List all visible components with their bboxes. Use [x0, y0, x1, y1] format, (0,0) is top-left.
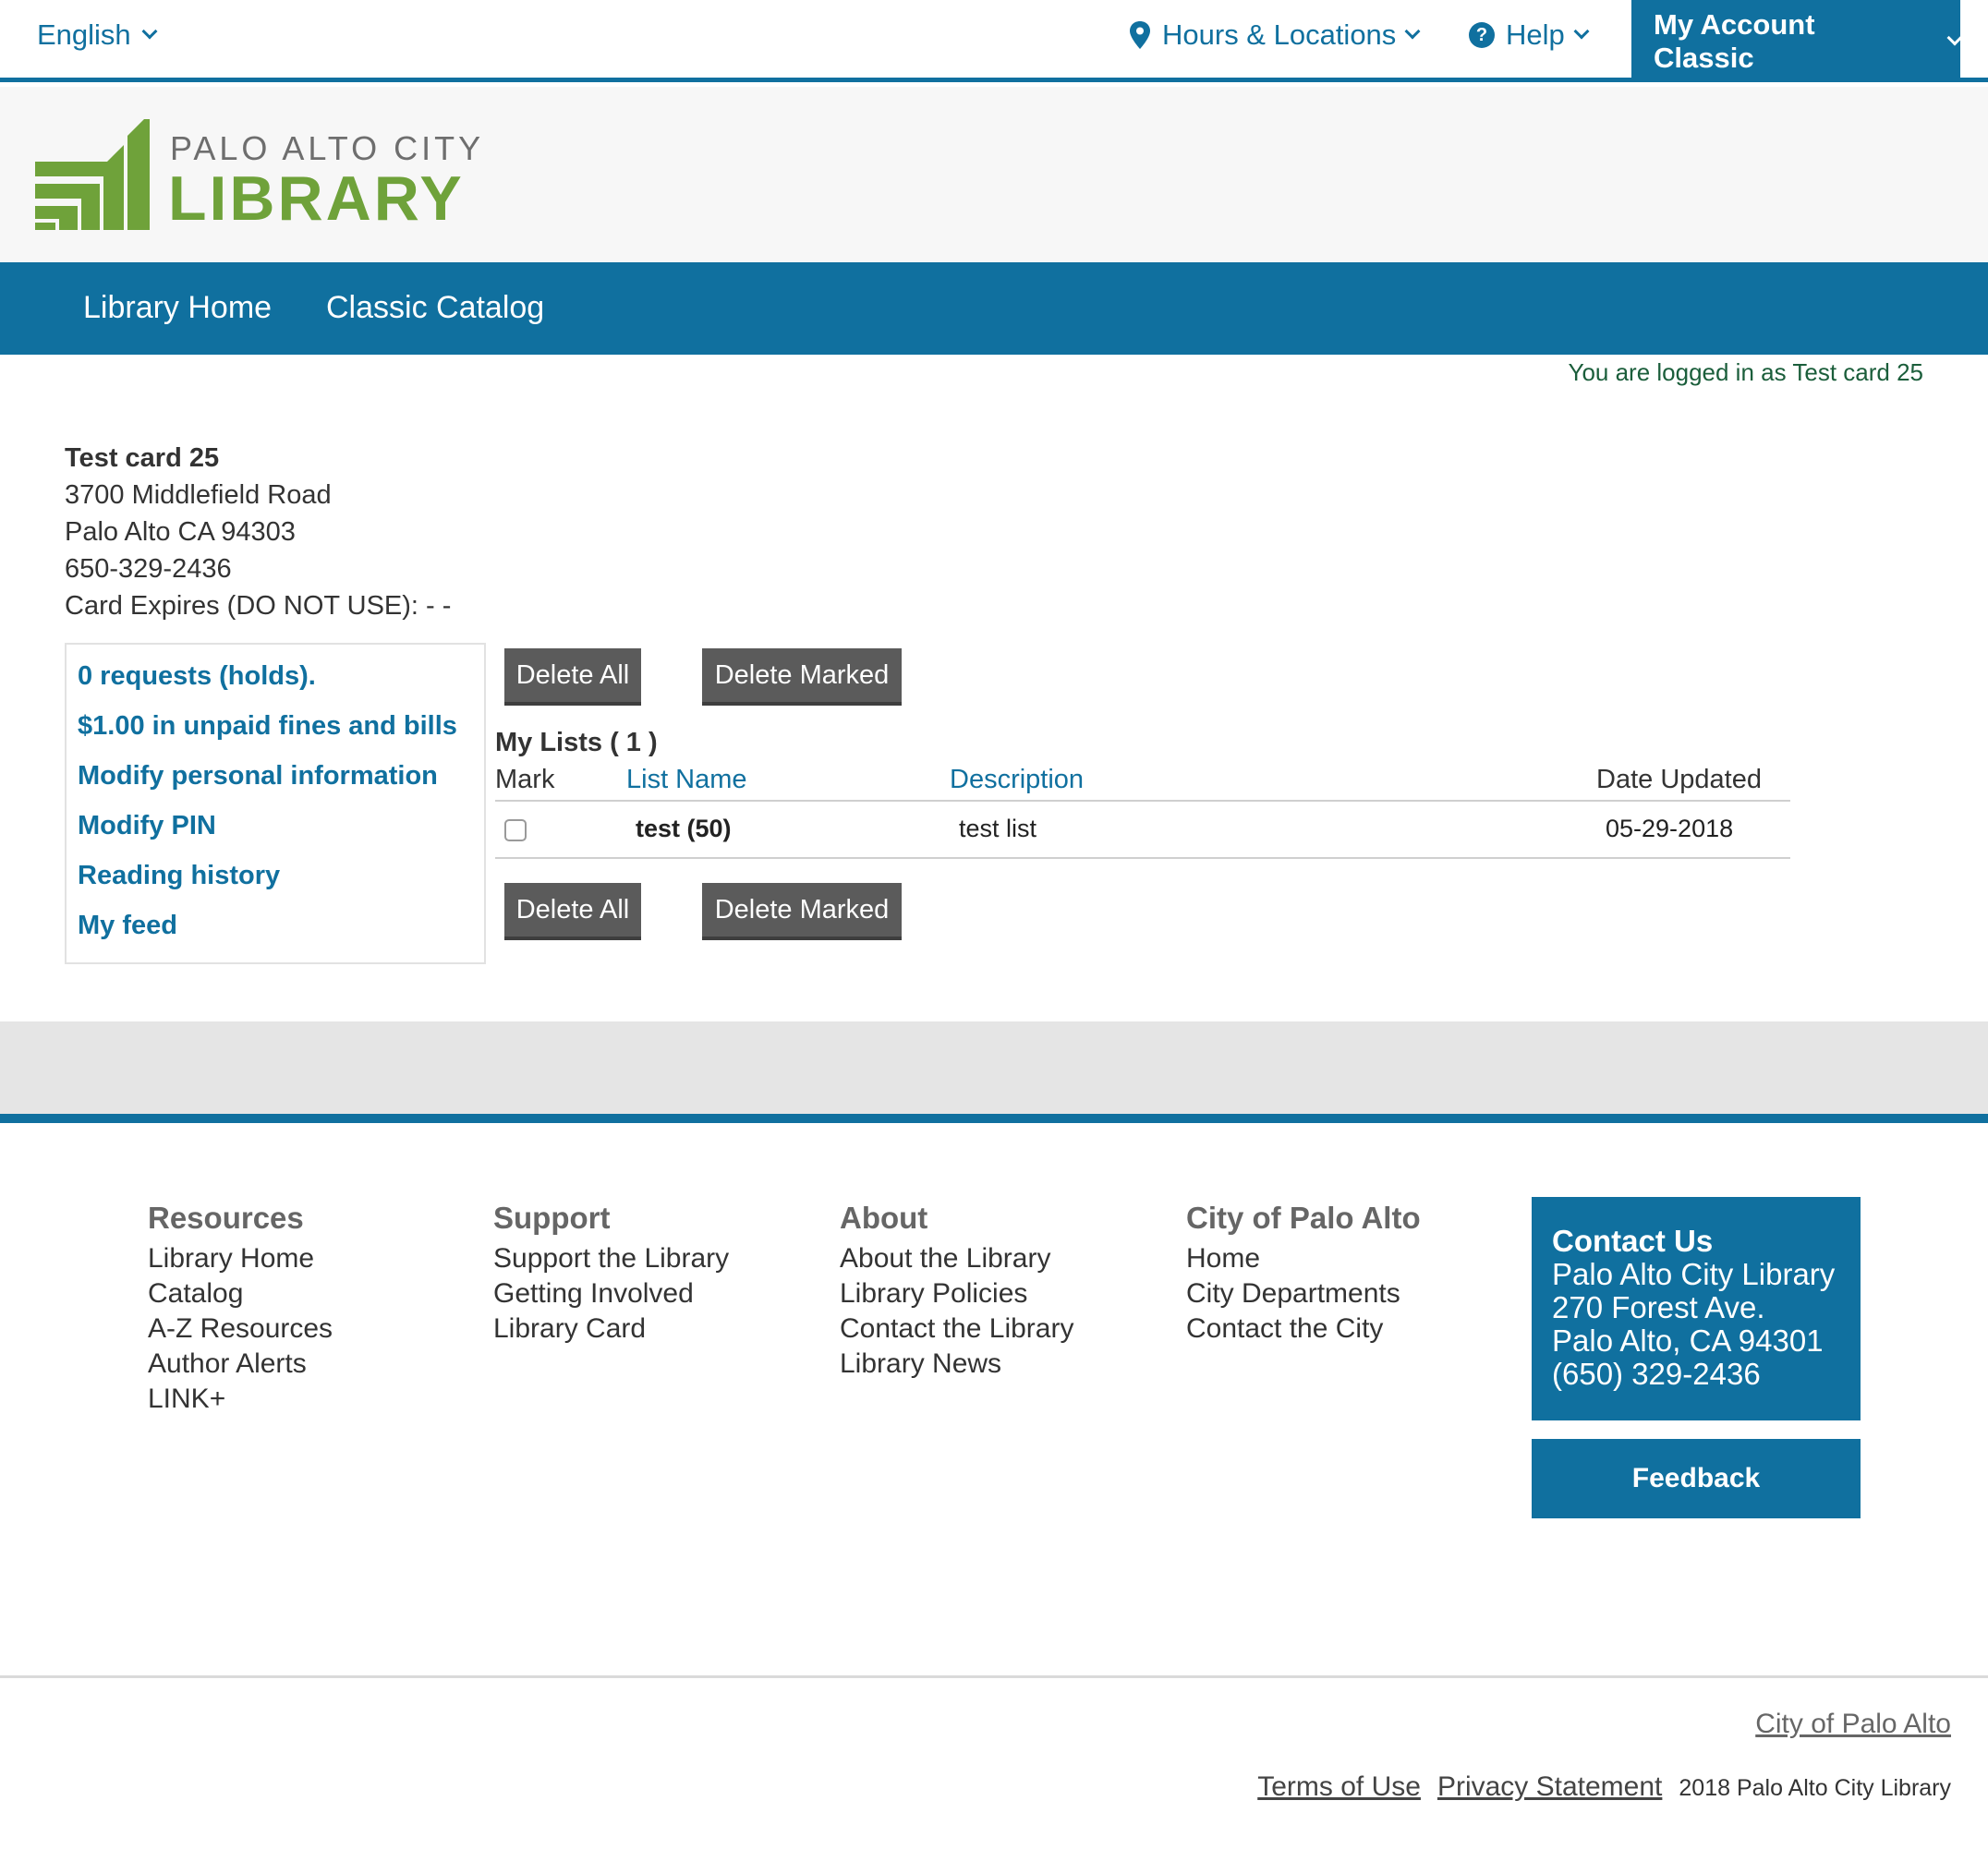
feedback-button[interactable]: Feedback — [1532, 1439, 1861, 1518]
footer-column-about: About About the Library Library Policies… — [840, 1201, 1073, 1382]
mark-checkbox[interactable] — [504, 819, 527, 841]
footer-heading: Resources — [148, 1201, 304, 1235]
card-expires: Card Expires (DO NOT USE): - - — [65, 591, 452, 621]
footer-link[interactable]: Contact the Library — [840, 1311, 1073, 1347]
logo-band: PALO ALTO CITY LIBRARY — [0, 87, 1988, 262]
table-header-divider — [495, 800, 1790, 802]
delete-marked-button-bottom[interactable]: Delete Marked — [702, 883, 902, 940]
help-menu[interactable]: ? Help — [1469, 18, 1590, 52]
nav-library-home[interactable]: Library Home — [83, 290, 272, 326]
footer-link[interactable]: Catalog — [148, 1276, 333, 1311]
copyright-text: 2018 Palo Alto City Library — [1679, 1775, 1951, 1801]
library-logo-icon[interactable] — [35, 119, 150, 230]
patron-phone: 650-329-2436 — [65, 554, 232, 584]
footer-link[interactable]: Home — [1186, 1241, 1421, 1276]
sidebar-link-modify-pin[interactable]: Modify PIN — [78, 807, 484, 857]
chevron-down-icon — [141, 23, 158, 40]
sidebar-link-modify-info[interactable]: Modify personal information — [78, 757, 484, 807]
footer-link[interactable]: Support the Library — [493, 1241, 729, 1276]
footer-link[interactable]: Author Alerts — [148, 1347, 333, 1382]
footer-link[interactable]: About the Library — [840, 1241, 1073, 1276]
footer-column-resources: Resources Library Home Catalog A-Z Resou… — [148, 1201, 333, 1417]
footer-column-city: City of Palo Alto Home City Departments … — [1186, 1201, 1421, 1347]
footer-link[interactable]: Contact the City — [1186, 1311, 1421, 1347]
language-selector[interactable]: English — [37, 18, 158, 52]
sidebar-link-fines[interactable]: $1.00 in unpaid fines and bills — [78, 707, 484, 757]
list-date-updated: 05-29-2018 — [1606, 815, 1734, 842]
sidebar-link-reading-history[interactable]: Reading history — [78, 857, 484, 907]
nav-classic-catalog[interactable]: Classic Catalog — [326, 290, 544, 326]
footer-divider — [0, 1114, 1988, 1123]
footer-link[interactable]: Library Home — [148, 1241, 333, 1276]
footer-heading: About — [840, 1201, 928, 1235]
bottom-divider — [0, 1675, 1988, 1678]
patron-address-line2: Palo Alto CA 94303 — [65, 517, 296, 547]
footer-link[interactable]: Library Policies — [840, 1276, 1073, 1311]
column-header-mark: Mark — [495, 765, 555, 794]
list-description: test list — [959, 815, 1037, 842]
sidebar-link-my-feed[interactable]: My feed — [78, 907, 484, 957]
column-header-date-updated: Date Updated — [1596, 765, 1762, 794]
footer-heading: City of Palo Alto — [1186, 1201, 1421, 1235]
contact-box: Contact Us Palo Alto City Library 270 Fo… — [1532, 1197, 1861, 1420]
footer-link[interactable]: City Departments — [1186, 1276, 1421, 1311]
delete-marked-button[interactable]: Delete Marked — [702, 648, 902, 706]
my-account-label: My Account Classic — [1654, 7, 1815, 74]
contact-line: (650) 329-2436 — [1552, 1357, 1761, 1391]
terms-of-use-link[interactable]: Terms of Use — [1257, 1771, 1421, 1803]
list-name-link[interactable]: test (50) — [636, 815, 732, 843]
contact-line: Palo Alto City Library — [1552, 1257, 1836, 1291]
column-header-list-name[interactable]: List Name — [626, 765, 747, 795]
patron-address-line1: 3700 Middlefield Road — [65, 480, 332, 510]
chevron-down-icon — [1573, 23, 1590, 40]
my-account-menu[interactable]: My Account Classic — [1631, 0, 1963, 82]
contact-line: 270 Forest Ave. — [1552, 1290, 1765, 1324]
delete-all-button-bottom[interactable]: Delete All — [504, 883, 641, 940]
chevron-down-icon — [1404, 23, 1421, 40]
footer-heading: Support — [493, 1201, 611, 1235]
delete-all-button[interactable]: Delete All — [504, 648, 641, 706]
hours-locations-label: Hours & Locations — [1162, 18, 1397, 51]
city-of-palo-alto-link[interactable]: City of Palo Alto — [1755, 1709, 1951, 1740]
footer-link[interactable]: Library Card — [493, 1311, 729, 1347]
column-header-description[interactable]: Description — [950, 765, 1084, 795]
hours-locations-menu[interactable]: Hours & Locations — [1129, 18, 1421, 52]
help-label: Help — [1506, 18, 1565, 51]
utility-bar: English Hours & Locations ? Help My Acco… — [0, 0, 1988, 82]
map-pin-icon — [1130, 21, 1150, 49]
privacy-statement-link[interactable]: Privacy Statement — [1437, 1771, 1662, 1803]
patron-name: Test card 25 — [65, 443, 220, 473]
contact-title: Contact Us — [1552, 1224, 1714, 1258]
chevron-down-icon — [1946, 30, 1963, 45]
account-sidebar: 0 requests (holds). $1.00 in unpaid fine… — [65, 643, 486, 964]
contact-line: Palo Alto, CA 94301 — [1552, 1323, 1824, 1358]
content-footer-band — [0, 1021, 1988, 1114]
main-nav: Library Home Classic Catalog — [0, 262, 1988, 355]
legal-links: Terms of Use Privacy Statement 2018 Palo… — [1257, 1771, 1951, 1803]
table-row-divider — [495, 857, 1790, 859]
footer-link[interactable]: A-Z Resources — [148, 1311, 333, 1347]
footer-column-support: Support Support the Library Getting Invo… — [493, 1201, 729, 1347]
logo-text-bottom: LIBRARY — [168, 163, 465, 234]
footer-link[interactable]: Library News — [840, 1347, 1073, 1382]
sidebar-link-requests[interactable]: 0 requests (holds). — [78, 658, 484, 707]
footer-link[interactable]: LINK+ — [148, 1382, 333, 1417]
logged-in-status: You are logged in as Test card 25 — [1568, 358, 1923, 386]
question-circle-icon: ? — [1469, 22, 1495, 48]
patron-info: Test card 25 3700 Middlefield Road Palo … — [65, 440, 451, 624]
my-lists-title: My Lists ( 1 ) — [495, 728, 658, 757]
footer-link[interactable]: Getting Involved — [493, 1276, 729, 1311]
language-label: English — [37, 18, 131, 51]
